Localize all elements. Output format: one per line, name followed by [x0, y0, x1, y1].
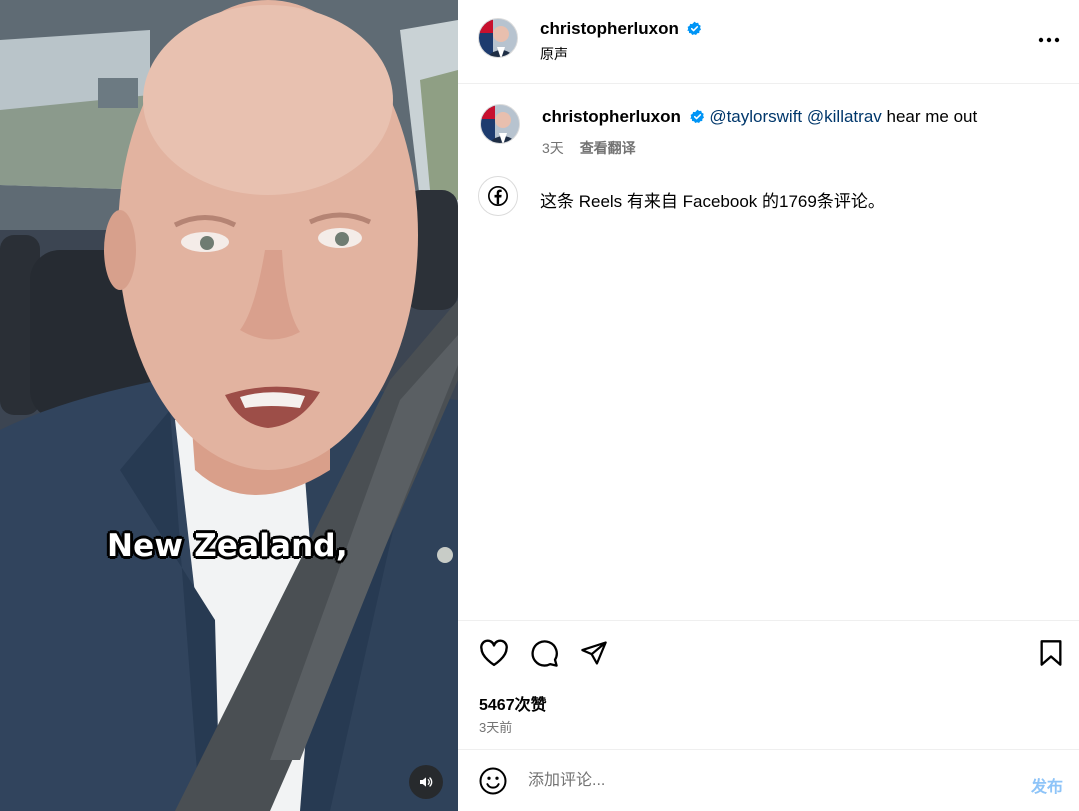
- speaker-icon: [420, 777, 433, 787]
- post-timestamp[interactable]: 3天前: [479, 717, 512, 736]
- paper-plane-icon: [581, 641, 607, 665]
- facebook-comments-text: 这条 Reels 有来自 Facebook 的1769条评论。: [540, 192, 885, 211]
- emoji-smile-icon: [479, 767, 507, 795]
- video-caption: New Zealand,: [107, 528, 348, 564]
- comment-meta: 3天 查看翻译: [542, 138, 636, 158]
- see-translation-button[interactable]: 查看翻译: [580, 140, 636, 156]
- comment-composer: 发布: [458, 749, 1079, 811]
- facebook-icon: [488, 186, 508, 206]
- reel-video[interactable]: New Zealand,: [0, 0, 458, 811]
- like-count[interactable]: 5467次赞: [479, 691, 547, 715]
- facebook-icon-circle: [478, 176, 518, 216]
- avatar-image: [479, 19, 517, 57]
- audio-toggle-button[interactable]: [409, 765, 443, 799]
- more-options-icon: [1038, 37, 1060, 43]
- author-username[interactable]: christopherluxon: [540, 19, 679, 38]
- save-button[interactable]: [1035, 637, 1067, 669]
- comment-button[interactable]: [528, 637, 560, 669]
- mention-link-killatrav[interactable]: @killatrav: [807, 107, 882, 126]
- comment-text: hear me out: [886, 107, 978, 126]
- comment-age: 3天: [542, 140, 564, 156]
- post-panel: christopherluxon 原声 christopherluxon @ta…: [458, 0, 1079, 811]
- more-options-button[interactable]: [1037, 28, 1061, 52]
- bookmark-icon: [1040, 640, 1062, 666]
- author-avatar[interactable]: [478, 18, 518, 58]
- verified-badge-icon: [687, 21, 702, 35]
- comment-author-avatar[interactable]: [480, 104, 520, 144]
- comment-input[interactable]: [528, 768, 988, 794]
- verified-badge-icon: [689, 109, 704, 123]
- action-bar: 5467次赞 3天前: [458, 620, 1079, 748]
- avatar-image: [481, 105, 519, 143]
- comment-body: christopherluxon @taylorswift @killatrav…: [542, 107, 977, 127]
- emoji-button[interactable]: [478, 766, 508, 796]
- heart-icon: [480, 639, 508, 667]
- author-name-row: christopherluxon: [540, 19, 702, 39]
- post-header: christopherluxon 原声: [458, 0, 1079, 84]
- video-frame: [0, 0, 458, 811]
- comment-bubble-icon: [531, 639, 558, 667]
- comment-username[interactable]: christopherluxon: [542, 107, 681, 126]
- share-button[interactable]: [578, 637, 610, 669]
- audio-label[interactable]: 原声: [540, 44, 568, 64]
- like-button[interactable]: [478, 637, 510, 669]
- post-comment-button[interactable]: 发布: [1031, 773, 1063, 797]
- mention-link-taylorswift[interactable]: @taylorswift: [709, 107, 802, 126]
